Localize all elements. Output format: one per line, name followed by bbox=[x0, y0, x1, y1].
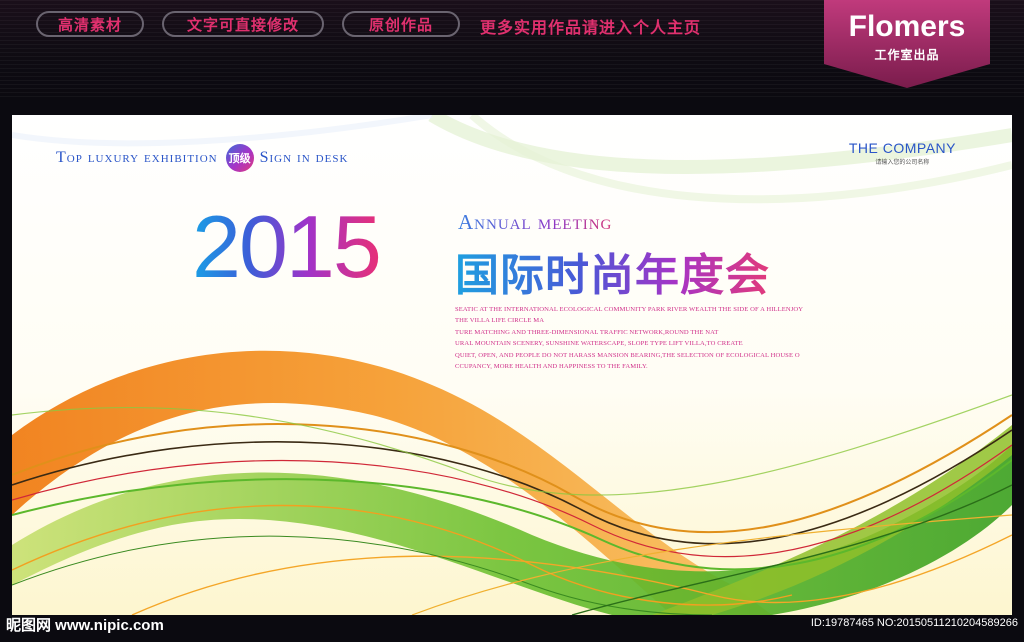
top-grade-badge: 顶级 bbox=[225, 144, 254, 172]
description-line: QUIET, OPEN, AND PEOPLE DO NOT HARASS MA… bbox=[455, 351, 800, 359]
brand-subtitle: 工作室出品 bbox=[874, 48, 940, 62]
pill-editable-text[interactable]: 文字可直接修改 bbox=[162, 11, 324, 37]
description-text: SEATIC AT THE INTERNATIONAL ECOLOGICAL C… bbox=[455, 304, 845, 372]
top-bar: 高清素材 文字可直接修改 原创作品 更多实用作品请进入个人主页 Flomers … bbox=[0, 0, 1024, 100]
banner-artwork: Top luxury exhibition 顶级 Sign in desk TH… bbox=[12, 115, 1012, 615]
promo-text[interactable]: 更多实用作品请进入个人主页 bbox=[480, 14, 701, 38]
tagline: Top luxury exhibition 顶级 Sign in desk bbox=[56, 144, 348, 172]
event-title: 国际时尚年度会 bbox=[455, 239, 770, 303]
pill-hd-material[interactable]: 高清素材 bbox=[36, 11, 144, 37]
description-line: THE VILLA LIFE CIRCLE MA bbox=[455, 317, 545, 325]
brand-logo[interactable]: Flomers 工作室出品 bbox=[824, 0, 990, 88]
company-subtitle: 请输入您的公司名称 bbox=[875, 160, 930, 166]
image-id-text: ID:19787465 NO:20150511210204589266 bbox=[810, 617, 1018, 629]
brand-name: Flomers bbox=[848, 10, 966, 43]
description-line: SEATIC AT THE INTERNATIONAL ECOLOGICAL C… bbox=[455, 306, 804, 313]
description-line: CCUPANCY, MORE HEALTH AND HAPPINESS TO T… bbox=[455, 363, 648, 371]
watermark-text: 昵图网 www.nipic.com bbox=[6, 617, 164, 634]
company-name: THE COMPANY bbox=[848, 140, 956, 156]
pill-original-work[interactable]: 原创作品 bbox=[342, 11, 460, 37]
tagline-part2: Sign in desk bbox=[259, 149, 349, 166]
year-heading: 2015 bbox=[192, 197, 382, 296]
description-line: TURE MATCHING AND THREE-DIMENSIONAL TRAF… bbox=[455, 328, 719, 336]
annual-meeting-heading: Annual meeting bbox=[458, 210, 613, 234]
company-block: THE COMPANY 请输入您的公司名称 bbox=[849, 140, 956, 166]
tagline-part1: Top luxury exhibition bbox=[56, 149, 218, 166]
description-line: URAL MOUNTAIN SCENERY, SUNSHINE WATERSCA… bbox=[455, 340, 743, 348]
